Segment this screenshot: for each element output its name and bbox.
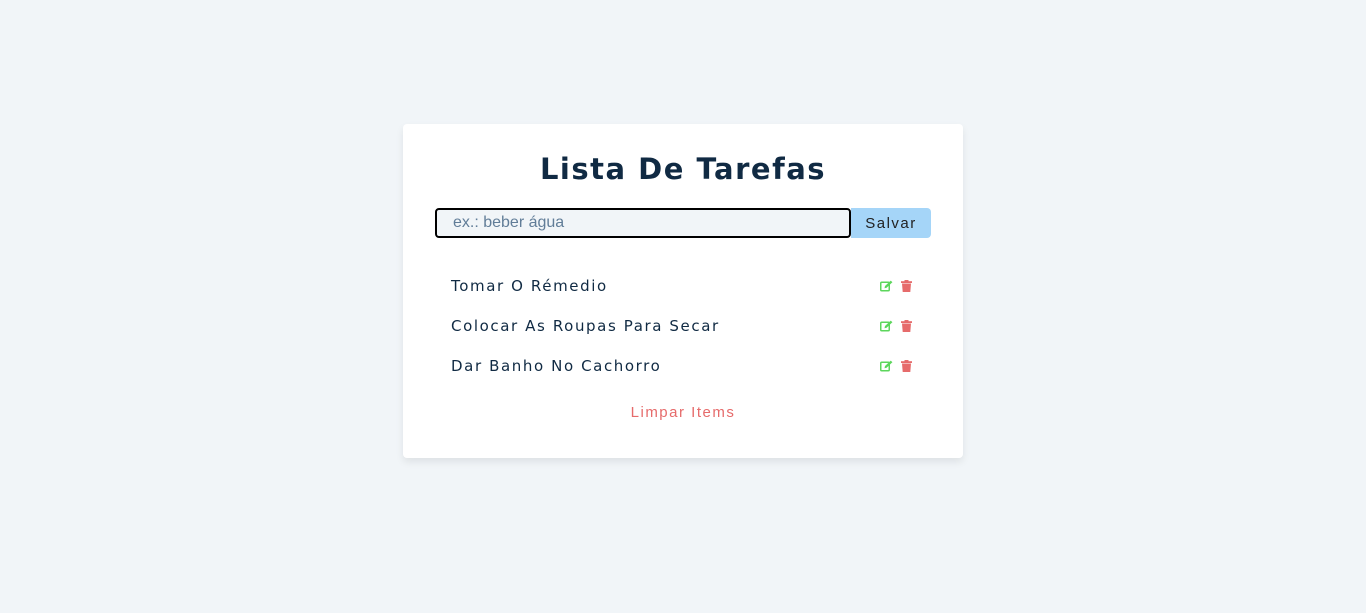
save-button[interactable]: Salvar xyxy=(851,208,931,238)
item-actions xyxy=(880,360,913,373)
trash-icon[interactable] xyxy=(900,360,913,373)
edit-icon[interactable] xyxy=(880,360,893,373)
clear-items-button[interactable]: Limpar Items xyxy=(403,404,963,421)
trash-icon[interactable] xyxy=(900,280,913,293)
item-title: Tomar O Rémedio xyxy=(451,277,608,295)
list-item: Dar Banho No Cachorro xyxy=(451,346,915,386)
list-item: Colocar As Roupas Para Secar xyxy=(451,306,915,346)
item-title: Colocar As Roupas Para Secar xyxy=(451,317,720,335)
edit-icon[interactable] xyxy=(880,320,893,333)
task-input[interactable] xyxy=(435,208,851,238)
item-title: Dar Banho No Cachorro xyxy=(451,357,662,375)
task-form: Salvar xyxy=(435,208,931,238)
task-list: Tomar O Rémedio Colocar As Roupas Para S… xyxy=(451,266,915,386)
trash-icon[interactable] xyxy=(900,320,913,333)
list-item: Tomar O Rémedio xyxy=(451,266,915,306)
edit-icon[interactable] xyxy=(880,280,893,293)
item-actions xyxy=(880,320,913,333)
item-actions xyxy=(880,280,913,293)
grocery-container: Lista De Tarefas Salvar Tomar O Rémedio xyxy=(403,124,963,458)
page-title: Lista De Tarefas xyxy=(539,152,827,186)
